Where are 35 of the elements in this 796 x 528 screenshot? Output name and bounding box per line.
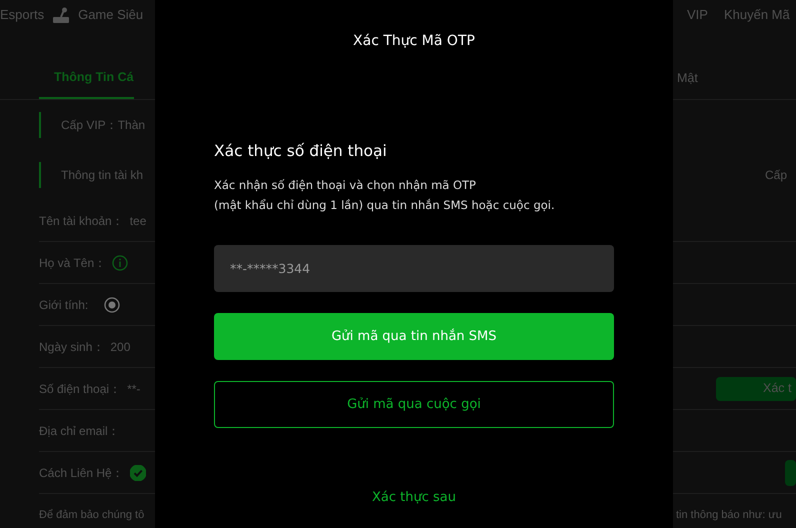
section-label: Cấp VIP：Thàn bbox=[61, 117, 146, 134]
nav-link-text[interactable]: Khuyến Mã bbox=[724, 5, 790, 25]
phone-field[interactable]: **-*****3344 bbox=[214, 245, 614, 292]
verify-later-link[interactable]: Xác thực sau bbox=[372, 490, 456, 506]
field-label: Địa chỉ email： bbox=[39, 422, 120, 440]
joystick-icon bbox=[52, 6, 70, 24]
field-text: tin thông báo như: ưu bbox=[676, 508, 782, 523]
send-code-button[interactable]: Gửi mã qua tin nhắn SMS bbox=[214, 313, 614, 360]
description-text: (mật khẩu chỉ dùng 1 lần) qua tin nhắn SMS hoặc cuộc gọi. bbox=[214, 197, 556, 214]
field-label: Cách Liên Hệ： bbox=[39, 464, 124, 482]
section-label: Thông tin tài kh bbox=[61, 167, 144, 184]
send-code-button[interactable]: Gửi mã qua cuộc gọi bbox=[214, 381, 614, 428]
field-label: Ngày sinh： bbox=[39, 338, 104, 356]
field-text: Cấp bbox=[765, 167, 788, 184]
modal-title: Xác Thực Mã OTP bbox=[352, 32, 476, 51]
nav-link-text[interactable]: Esports bbox=[0, 5, 44, 25]
verify-button[interactable]: Xác t bbox=[716, 376, 796, 400]
field-label: Số điện thoại： bbox=[39, 380, 122, 398]
nav-link-text[interactable]: VIP bbox=[687, 5, 708, 25]
field-value: **- bbox=[127, 380, 140, 398]
profile-tab[interactable]: Mật bbox=[677, 58, 698, 99]
field-label: Họ và Tên： bbox=[39, 254, 106, 272]
checkbox[interactable] bbox=[130, 464, 146, 480]
field-label: Giới tính: bbox=[39, 296, 88, 314]
description-text: Xác nhận số điện thoại và chọn nhận mã OTP bbox=[214, 177, 477, 194]
field-label: Để đảm bảo chúng tô bbox=[39, 508, 144, 523]
profile-tab[interactable]: Thông Tin Cá bbox=[39, 58, 134, 99]
info-icon bbox=[112, 254, 128, 270]
field-value: 200 bbox=[110, 338, 130, 356]
field-value: tee bbox=[130, 212, 146, 230]
section-heading: Xác thực số điện thoại bbox=[214, 141, 388, 162]
verify-button[interactable] bbox=[785, 460, 796, 486]
radio-button[interactable] bbox=[104, 296, 120, 312]
nav-link-text[interactable]: Game Siêu bbox=[78, 5, 144, 25]
field-label: Tên tài khoản： bbox=[39, 212, 124, 230]
